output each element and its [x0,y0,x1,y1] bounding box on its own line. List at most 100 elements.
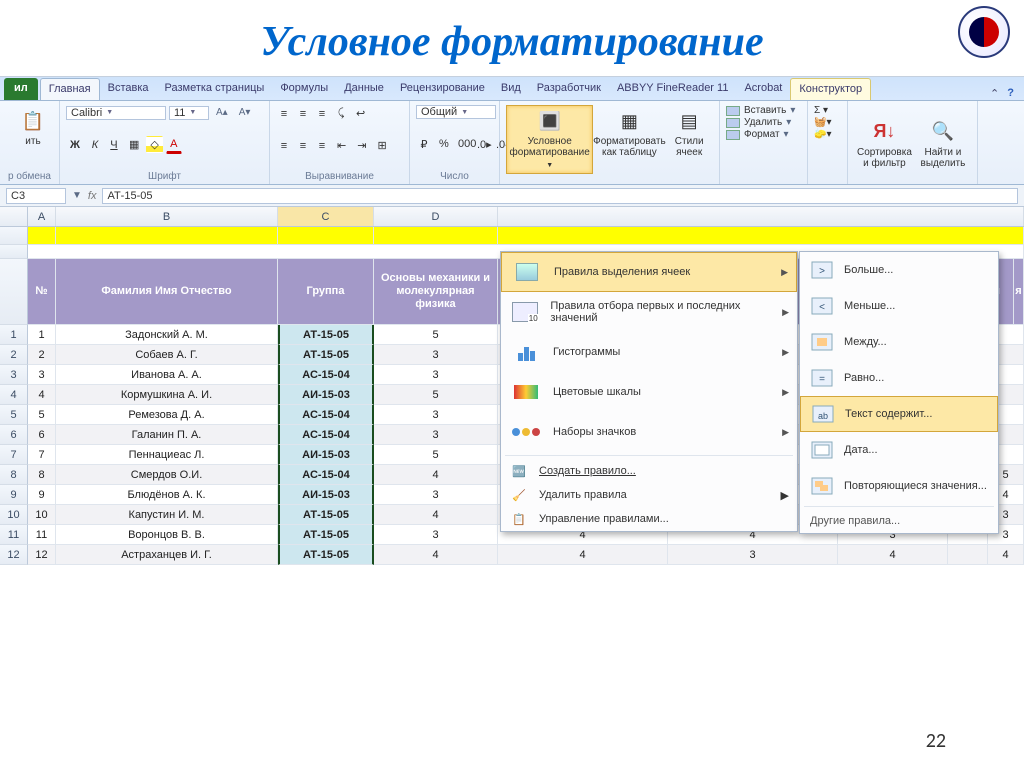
bold-button[interactable]: Ж [66,137,84,153]
sm-less[interactable]: <Меньше... [800,288,998,324]
sm-duplicates[interactable]: Повторяющиеся значения... [800,468,998,504]
svg-text:<: < [819,302,825,313]
wrap-text-icon[interactable]: ↩ [352,105,369,122]
sm-other-rules[interactable]: Другие правила... [800,509,998,533]
col-d[interactable]: D [374,207,498,226]
page-number: 22 [926,729,946,753]
sm-greater[interactable]: >Больше... [800,252,998,288]
sm-between[interactable]: Между... [800,324,998,360]
fx-label[interactable]: fx [88,190,97,202]
align-right-icon[interactable]: ≡ [314,138,330,154]
formula-input[interactable]: АТ-15-05 [102,188,1018,204]
merge-icon[interactable]: ⊞ [373,137,390,154]
align-mid-icon[interactable]: ≡ [295,106,311,122]
indent-dec-icon[interactable]: ⇤ [333,137,350,154]
tab-home[interactable]: Главная [40,78,100,100]
conditional-formatting-icon: 🔳 [537,108,563,134]
find-select-button[interactable]: 🔍Найти и выделить [915,105,971,182]
paste-button[interactable]: 📋ить [6,105,60,150]
tab-design[interactable]: Конструктор [790,78,871,100]
align-top-icon[interactable]: ≡ [276,106,292,122]
borders-button[interactable]: ▦ [125,136,143,153]
italic-button[interactable]: К [87,137,103,153]
tab-acrobat[interactable]: Acrobat [736,78,790,100]
menu-highlight-rules[interactable]: Правила выделения ячеек▶ [501,252,797,292]
percent-icon[interactable]: % [435,136,451,152]
slide-title: Условное форматирование [0,0,1024,76]
format-as-table-button[interactable]: ▦Форматировать как таблицу [593,105,665,161]
data-bars-icon [509,338,543,366]
autosum-icon[interactable]: Σ ▾ [814,105,841,116]
menu-color-scales[interactable]: Цветовые шкалы▶ [501,372,797,412]
sm-text-contains[interactable]: abТекст содержит... [800,396,998,432]
less-icon: < [808,294,836,318]
menu-new-rule[interactable]: 🆕Создать правило... [501,459,797,483]
conditional-formatting-button[interactable]: 🔳 Условное форматирование▼ [506,105,593,174]
underline-button[interactable]: Ч [106,137,122,153]
new-rule-icon: 🆕 [509,465,529,478]
tab-insert[interactable]: Вставка [100,78,157,100]
shrink-font-icon[interactable]: A▾ [235,105,255,120]
menu-manage-rules[interactable]: 📋Управление правилами... [501,507,797,531]
format-cells-button[interactable]: Формат▾ [726,129,801,140]
font-size[interactable]: 11▼ [169,106,209,120]
duplicates-icon [808,474,836,498]
insert-cells-button[interactable]: Вставить▾ [726,105,801,116]
align-center-icon[interactable]: ≡ [295,138,311,154]
font-color-button[interactable]: A [166,136,182,154]
orientation-icon[interactable]: ⤹ [333,105,349,122]
namebox-arrow-icon[interactable]: ▼ [72,190,82,201]
name-box[interactable]: C3 [6,188,66,204]
ribbon-tabs: ил Главная Вставка Разметка страницы Фор… [0,77,1024,101]
file-tab[interactable]: ил [4,78,38,100]
col-rest[interactable] [498,207,1024,226]
col-c[interactable]: C [278,207,374,226]
menu-top-bottom[interactable]: Правила отбора первых и последних значен… [501,292,797,332]
tab-pagelayout[interactable]: Разметка страницы [157,78,273,100]
help-icon[interactable]: ? [1007,87,1014,100]
col-b[interactable]: B [56,207,278,226]
cell-styles-button[interactable]: ▤Стили ячеек [665,105,713,161]
sort-filter-button[interactable]: Я↓Сортировка и фильтр [854,105,915,182]
menu-clear-rules[interactable]: 🧹Удалить правила▶ [501,483,797,507]
row-hdr-1[interactable] [0,227,28,245]
equal-icon: = [808,366,836,390]
delete-cells-button[interactable]: Удалить▾ [726,117,801,128]
align-bot-icon[interactable]: ≡ [314,106,330,122]
menu-data-bars[interactable]: Гистограммы▶ [501,332,797,372]
inc-decimal-icon[interactable]: .0▸ [473,136,489,153]
table-row[interactable]: 1212Астраханцев И. Г.АТ-15-0544344 [0,545,1024,565]
color-scales-icon [509,378,543,406]
grow-font-icon[interactable]: A▴ [212,105,232,120]
logo [958,6,1010,58]
tab-developer[interactable]: Разработчик [529,78,609,100]
clear-rules-icon: 🧹 [509,489,529,502]
minimize-ribbon-icon[interactable]: ⌃ [990,87,999,100]
tab-review[interactable]: Рецензирование [392,78,493,100]
currency-icon[interactable]: ₽ [416,136,432,153]
select-all-corner[interactable] [0,207,28,226]
group-clipboard: р обмена [6,169,53,182]
top-bottom-icon [509,298,540,326]
tab-data[interactable]: Данные [336,78,392,100]
tab-formulas[interactable]: Формулы [272,78,336,100]
indent-inc-icon[interactable]: ⇥ [353,137,370,154]
col-a[interactable]: A [28,207,56,226]
align-left-icon[interactable]: ≡ [276,138,292,154]
tab-abbyy[interactable]: ABBYY FineReader 11 [609,78,737,100]
date-icon [808,438,836,462]
sm-equal[interactable]: =Равно... [800,360,998,396]
menu-icon-sets[interactable]: Наборы значков▶ [501,412,797,452]
sm-date[interactable]: Дата... [800,432,998,468]
clear-icon[interactable]: 🧽▾ [814,129,841,140]
delete-icon [726,118,740,128]
logo-swirl [969,17,999,47]
fill-icon[interactable]: 🧺▾ [814,117,841,128]
number-format[interactable]: Общий▼ [416,105,496,119]
comma-icon[interactable]: 000 [454,136,470,152]
tab-view[interactable]: Вид [493,78,529,100]
column-headers: A B C D [0,207,1024,227]
font-name[interactable]: Calibri▼ [66,106,166,120]
group-cells [726,180,801,182]
fill-color-button[interactable]: ◇ [146,136,162,153]
